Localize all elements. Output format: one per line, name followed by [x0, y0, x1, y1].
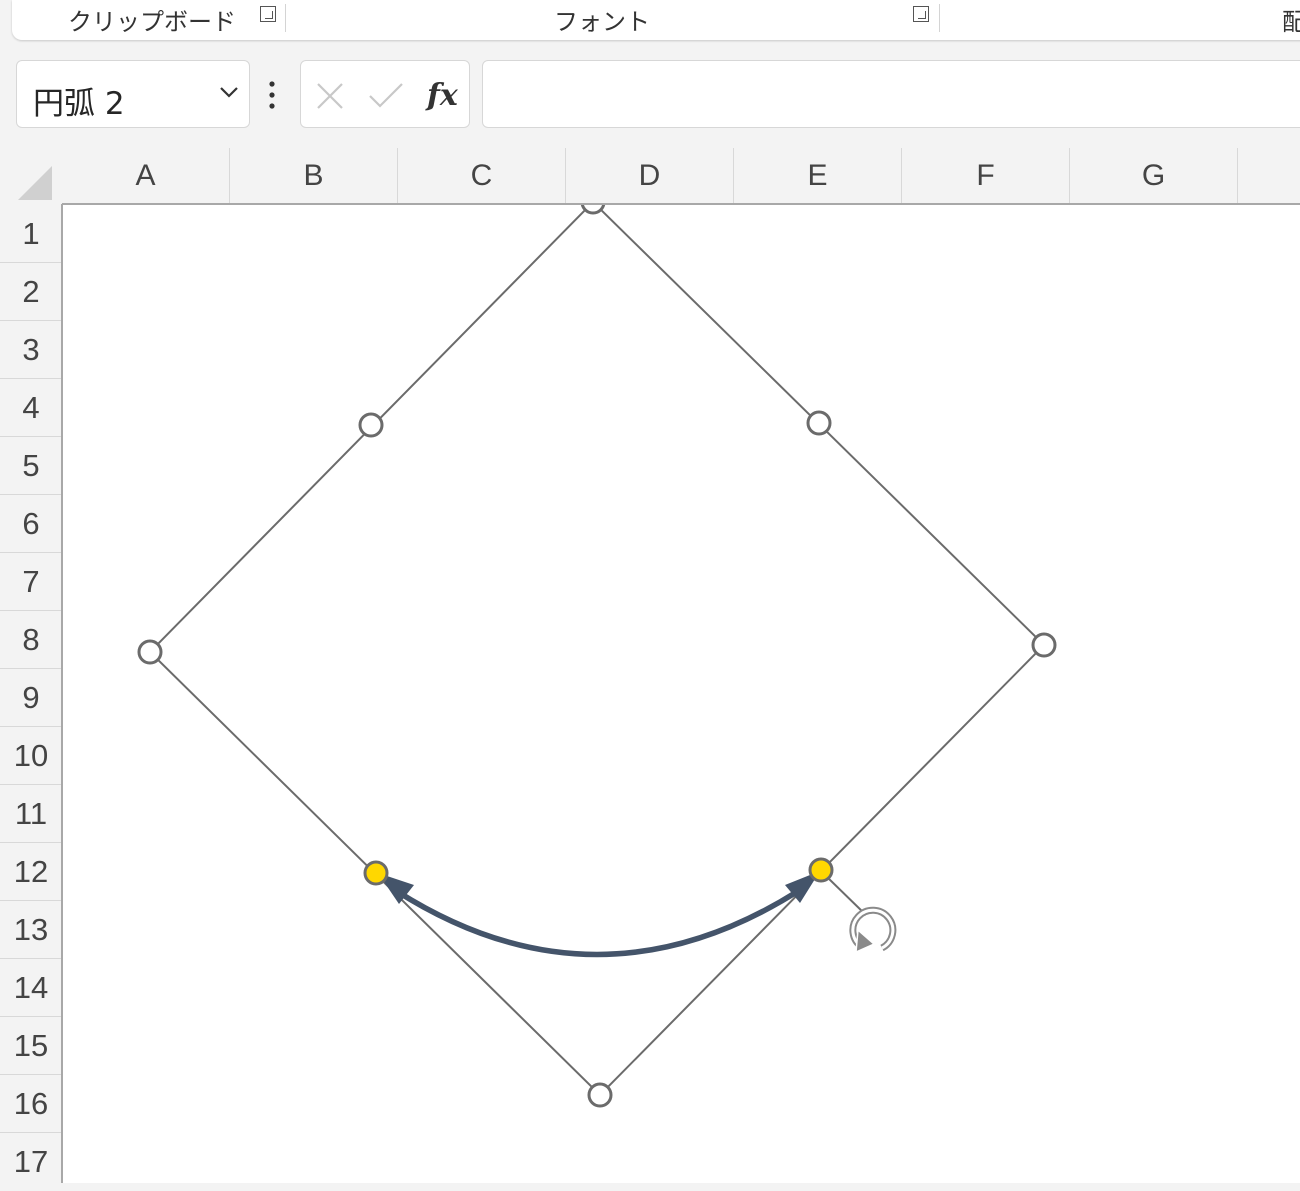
sizing-handle-top-right[interactable]: [806, 410, 832, 436]
arc-line[interactable]: [392, 885, 806, 958]
rotation-connector: [825, 875, 867, 916]
arc-shape-layer: [137, 191, 1057, 1108]
sizing-handle-bottom[interactable]: [587, 1082, 613, 1108]
sizing-handle-top-left[interactable]: [358, 412, 384, 438]
sizing-handle-left[interactable]: [137, 639, 163, 665]
adjust-handle-start[interactable]: [363, 860, 389, 886]
selection-frame: [148, 205, 1046, 1097]
rotate-handle-icon[interactable]: [849, 906, 897, 954]
sizing-handle-top[interactable]: [580, 191, 606, 215]
adjust-handle-end[interactable]: [808, 857, 834, 883]
sizing-handle-right[interactable]: [1031, 632, 1057, 658]
